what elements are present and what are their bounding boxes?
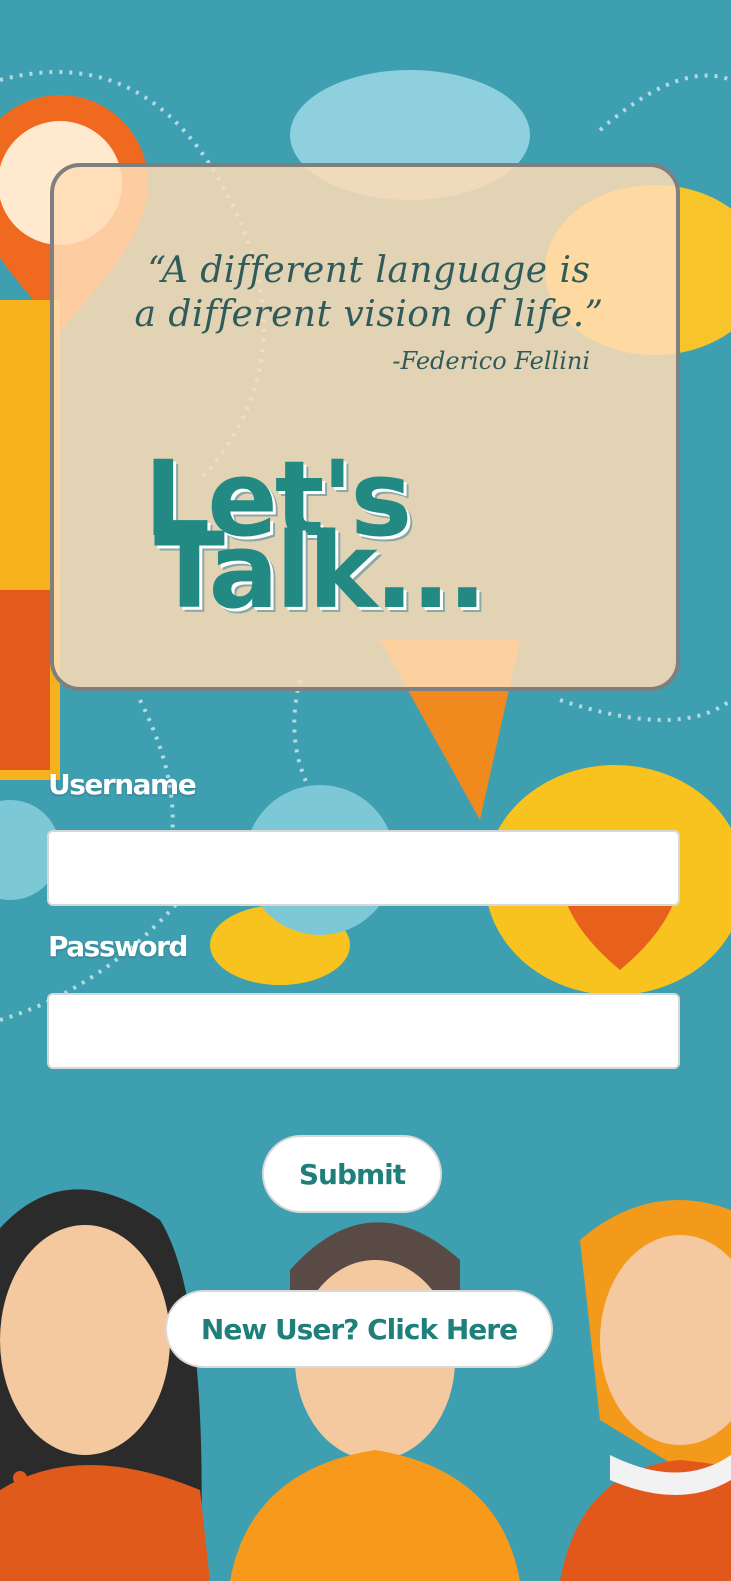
quote-text: “A different language is a different vis… xyxy=(134,250,604,335)
username-label: Username xyxy=(48,768,197,801)
password-input[interactable] xyxy=(47,993,680,1069)
hero-heading-line2: Talk... xyxy=(154,510,487,632)
password-label: Password xyxy=(48,930,188,963)
quote-card: “A different language is a different vis… xyxy=(50,163,680,691)
new-user-button[interactable]: New User? Click Here xyxy=(165,1290,553,1368)
quote-author: -Federico Fellini xyxy=(392,347,590,375)
username-input[interactable] xyxy=(47,830,680,906)
submit-button[interactable]: Submit xyxy=(262,1135,442,1213)
